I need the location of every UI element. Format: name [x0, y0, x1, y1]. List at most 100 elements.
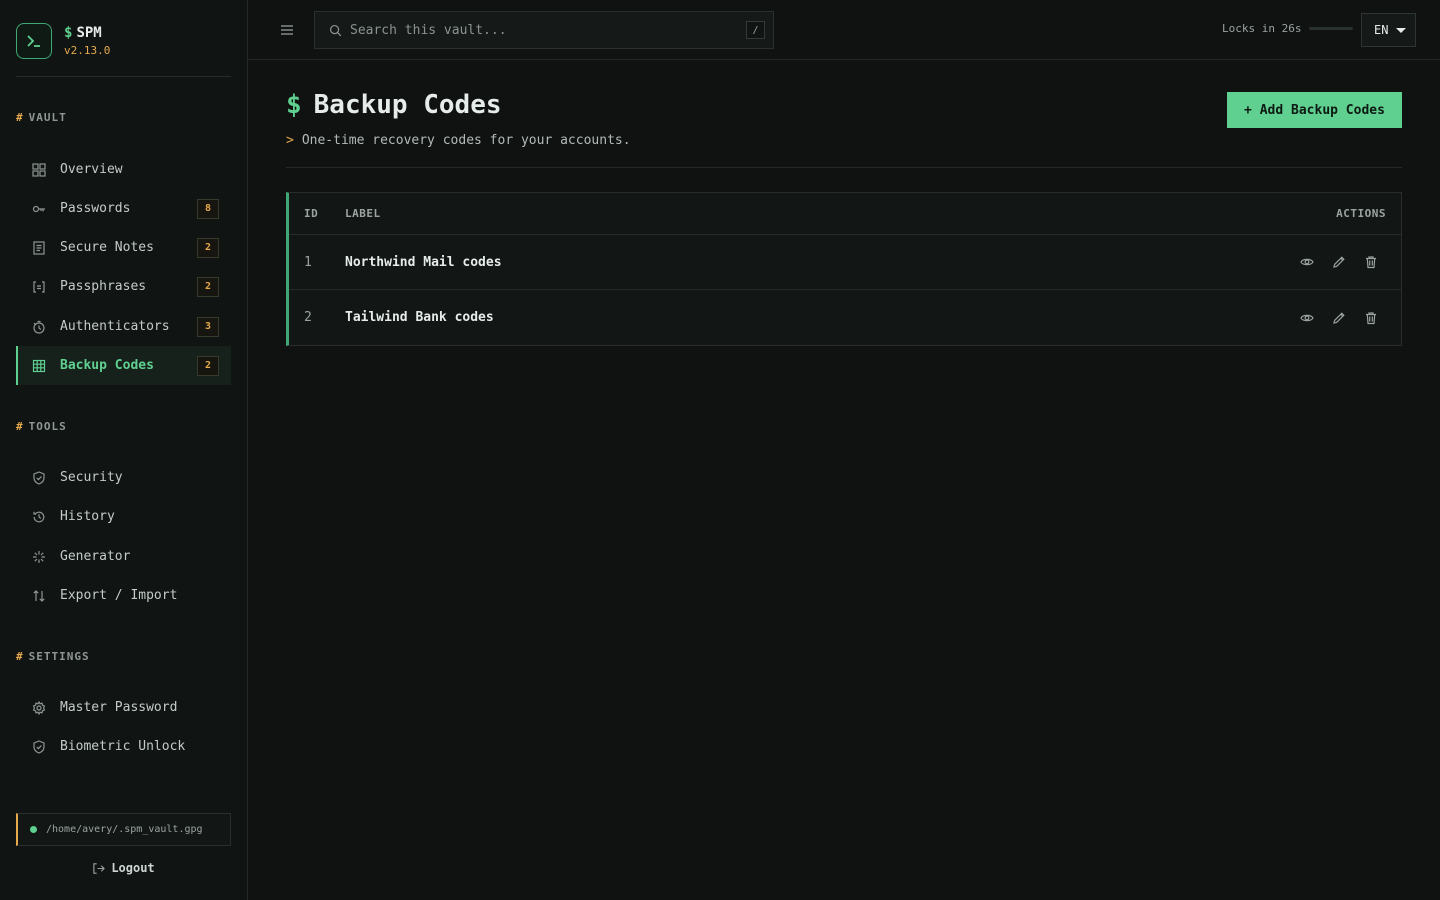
count-badge: 3	[197, 316, 219, 337]
row-label: Tailwind Bank codes	[345, 310, 494, 325]
trash-icon	[1366, 311, 1376, 324]
sidebar-item-biometric-unlock[interactable]: Biometric Unlock	[16, 727, 231, 766]
table-row[interactable]: 2 Tailwind Bank codes	[289, 290, 1401, 345]
sidebar-item-generator[interactable]: Generator	[16, 537, 231, 576]
search-input[interactable]	[350, 22, 720, 38]
language-select[interactable]: EN	[1361, 13, 1416, 47]
sidebar-item-label: Passphrases	[60, 279, 147, 294]
count-badge: 8	[197, 198, 219, 219]
edit-button[interactable]	[1331, 310, 1347, 326]
sidebar-item-label: Overview	[60, 162, 123, 177]
sidebar-item-label: Generator	[60, 549, 131, 564]
row-actions	[1281, 310, 1401, 326]
page-subtitle: > One-time recovery codes for your accoun…	[286, 133, 631, 148]
clock-icon	[31, 319, 47, 335]
shield-icon	[31, 470, 47, 486]
view-button[interactable]	[1299, 254, 1315, 270]
delete-button[interactable]	[1363, 254, 1379, 270]
page-title: $ Backup Codes	[286, 90, 502, 120]
sidebar-item-label: Backup Codes	[60, 358, 154, 373]
sidebar-item-label: Passwords	[60, 201, 131, 216]
shield-icon	[31, 739, 47, 755]
column-header-id[interactable]: ID	[289, 207, 345, 220]
pencil-icon	[1333, 256, 1345, 268]
brand-title: $ SPM	[64, 24, 102, 41]
caret-down-icon	[1396, 27, 1407, 33]
main-content: / Locks in 26s EN $Backup Codes >One-tim…	[248, 0, 1440, 900]
note-icon	[31, 240, 47, 256]
sidebar-item-export-import[interactable]: Export / Import	[16, 576, 231, 615]
brand-version: v2.13.0	[64, 43, 111, 57]
sidebar-item-label: Secure Notes	[60, 240, 154, 255]
count-badge: 2	[197, 276, 219, 297]
sidebar-item-history[interactable]: History	[16, 497, 231, 536]
sidebar-item-label: Authenticators	[60, 319, 170, 334]
column-header-label[interactable]: LABEL	[345, 207, 1281, 220]
eye-icon	[1300, 314, 1314, 321]
sidebar-item-label: History	[60, 509, 115, 524]
hamburger-menu-button[interactable]	[278, 20, 296, 40]
auto-lock-timer: Locks in 26s	[1222, 22, 1354, 35]
vault-path: /home/avery/.spm_vault.gpg	[16, 813, 231, 846]
lock-countdown-text: Locks in 26s	[1222, 22, 1302, 35]
sidebar-item-passphrases[interactable]: Passphrases 2	[16, 267, 231, 306]
header-divider	[286, 167, 1402, 168]
count-badge: 2	[197, 355, 219, 376]
brand[interactable]: $ SPM v2.13.0	[16, 23, 110, 59]
sidebar: $ SPM v2.13.0 # VAULT Overview Passwords 8…	[0, 0, 248, 900]
pencil-icon	[1333, 311, 1345, 324]
sidebar-item-passwords[interactable]: Passwords 8	[16, 189, 231, 228]
edit-button[interactable]	[1331, 254, 1347, 270]
row-id: 1	[304, 254, 312, 270]
brackets-icon	[31, 279, 47, 295]
sidebar-item-label: Export / Import	[60, 588, 178, 603]
logout-label: Logout	[111, 861, 155, 875]
logout-icon	[92, 862, 106, 875]
key-icon	[31, 201, 47, 217]
language-value: EN	[1374, 23, 1389, 37]
search-box[interactable]: /	[314, 11, 774, 49]
add-backup-codes-button[interactable]: + Add Backup Codes	[1227, 92, 1402, 128]
sidebar-item-label: Master Password	[60, 700, 178, 715]
arrows-updown-icon	[31, 588, 47, 604]
vault-path-text: /home/avery/.spm_vault.gpg	[46, 824, 203, 835]
brand-text: $ SPM v2.13.0	[64, 25, 110, 58]
sparkle-icon	[31, 549, 47, 565]
shortcut-hint: /	[746, 21, 765, 39]
view-button[interactable]	[1299, 310, 1315, 326]
sidebar-item-label: Security	[60, 470, 123, 485]
lock-progress-bar	[1309, 27, 1354, 30]
sidebar-item-label: Biometric Unlock	[60, 739, 186, 754]
table-row[interactable]: 1 Northwind Mail codes	[289, 235, 1401, 290]
hamburger-icon	[281, 25, 293, 35]
delete-button[interactable]	[1363, 310, 1379, 326]
section-title-vault: # VAULT	[16, 111, 67, 124]
section-title-settings: # SETTINGS	[16, 650, 90, 663]
trash-icon	[1366, 256, 1376, 269]
sidebar-item-security[interactable]: Security	[16, 458, 231, 497]
count-badge: 2	[197, 237, 219, 258]
topbar: / Locks in 26s EN	[248, 0, 1440, 60]
logout-button[interactable]: Logout	[16, 856, 231, 880]
sidebar-item-backup-codes[interactable]: Backup Codes 2	[16, 346, 231, 385]
sidebar-item-master-password[interactable]: Master Password	[16, 688, 231, 727]
eye-icon	[1300, 258, 1314, 266]
sidebar-item-secure-notes[interactable]: Secure Notes 2	[16, 228, 231, 267]
column-header-actions: ACTIONS	[1336, 207, 1386, 220]
table-header: ID LABEL ACTIONS	[289, 193, 1401, 235]
sidebar-divider	[16, 76, 231, 77]
sidebar-item-authenticators[interactable]: Authenticators 3	[16, 307, 231, 346]
search-icon	[329, 24, 342, 37]
grid-icon	[31, 162, 47, 178]
backup-codes-table: ID LABEL ACTIONS 1 Northwind Mail codes …	[286, 192, 1402, 346]
section-title-tools: # TOOLS	[16, 420, 67, 433]
row-id: 2	[304, 310, 312, 325]
table-icon	[31, 358, 47, 374]
gear-icon	[31, 700, 47, 716]
row-label: Northwind Mail codes	[345, 254, 502, 270]
history-icon	[31, 509, 47, 525]
app-window: $ SPM v2.13.0 # VAULT Overview Passwords 8…	[0, 0, 1440, 900]
row-actions	[1281, 254, 1401, 270]
status-dot	[30, 826, 37, 833]
sidebar-item-overview[interactable]: Overview	[16, 150, 231, 189]
